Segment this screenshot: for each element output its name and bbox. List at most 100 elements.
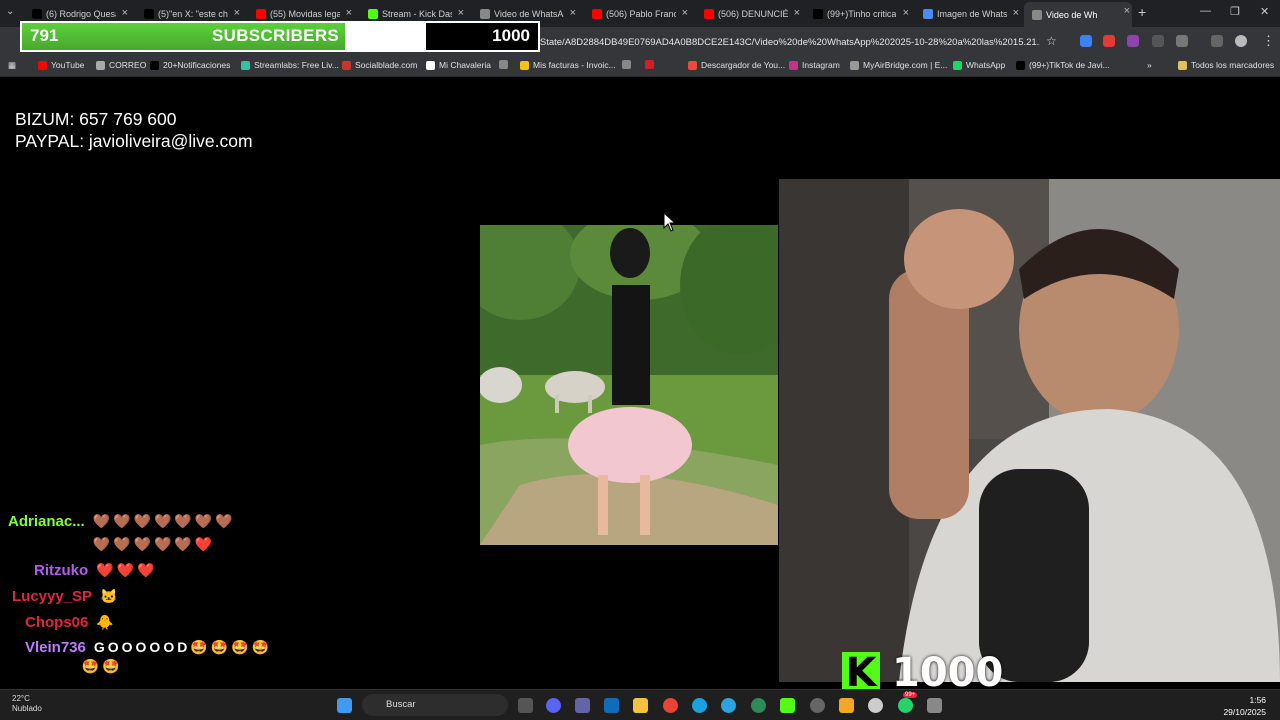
bookmark-label: YouTube — [51, 60, 85, 70]
kick-app-icon[interactable] — [780, 698, 795, 713]
tab-favicon-icon — [704, 8, 714, 19]
close-window-icon[interactable]: ✕ — [1260, 5, 1269, 18]
tab-title: (5)"en X: "este ch — [158, 8, 228, 19]
bookmark-item[interactable]: Streamlabs: Free Liv... — [241, 60, 339, 70]
bookmark-item[interactable]: Descargador de You... — [688, 60, 785, 70]
bookmark-favicon-icon — [688, 60, 697, 70]
bookmark-favicon-icon — [426, 60, 435, 70]
menu-kebab-icon[interactable]: ⋮ — [1262, 33, 1275, 49]
bookmark-label: MyAirBridge.com | E... — [863, 60, 948, 70]
all-bookmarks[interactable]: Todos los marcadores — [1178, 60, 1274, 70]
browser-tab[interactable]: (506) Pablo Franc × — [584, 4, 690, 23]
browser-tab[interactable]: (506) DENUNCIÉ × — [696, 4, 802, 23]
outlook-icon[interactable] — [604, 698, 619, 713]
tab-close-icon[interactable]: × — [234, 7, 240, 19]
tab-title: (99+)Tinho critica — [827, 8, 897, 19]
tab-close-icon[interactable]: × — [458, 7, 464, 19]
bookmark-favicon-icon — [520, 60, 529, 70]
app-icon[interactable] — [751, 698, 766, 713]
bookmark-item[interactable]: 20+Notificaciones — [150, 60, 230, 70]
tab-close-icon[interactable]: × — [682, 7, 688, 19]
browser-tab[interactable]: Video de Wh × — [1024, 2, 1132, 27]
restore-icon[interactable]: ❐ — [1230, 5, 1240, 18]
telegram-icon[interactable] — [721, 698, 736, 713]
bookmark-item[interactable]: CORREO — [96, 60, 146, 70]
tab-favicon-icon — [923, 8, 933, 19]
edge-icon[interactable] — [692, 698, 707, 713]
tab-close-icon[interactable]: × — [346, 7, 352, 19]
obs-icon[interactable] — [810, 698, 825, 713]
bookmark-label: Socialblade.com — [355, 60, 418, 70]
whatsapp-icon[interactable] — [898, 698, 913, 713]
start-menu-icon[interactable] — [337, 698, 352, 713]
browser-tab[interactable]: (99+)Tinho critica × — [805, 4, 911, 23]
tab-close-icon[interactable]: × — [1124, 5, 1130, 17]
bookmark-label: 20+Notificaciones — [163, 60, 231, 70]
chat-message: Lucyyy_SP 🐱 — [12, 588, 120, 605]
tab-favicon-icon — [32, 8, 42, 19]
apps-grid-icon[interactable]: ▦ — [8, 60, 16, 71]
app-icon[interactable] — [839, 698, 854, 713]
bookmark-favicon-icon — [622, 60, 631, 69]
bookmark-item[interactable]: WhatsApp — [953, 60, 1005, 70]
bookmark-star-icon[interactable]: ☆ — [1046, 34, 1057, 48]
tab-close-icon[interactable]: × — [1013, 7, 1019, 19]
donation-info: BIZUM: 657 769 600 PAYPAL: javioliveira@… — [15, 108, 253, 152]
bookmark-label: Streamlabs: Free Liv... — [254, 60, 339, 70]
weather-widget[interactable]: 22°C Nublado — [12, 694, 42, 714]
subscriber-count: 791 — [30, 26, 59, 45]
app-icon[interactable] — [868, 698, 883, 713]
browser-tab[interactable]: Imagen de Whats × — [915, 4, 1021, 23]
bookmark-favicon-icon — [96, 60, 105, 70]
system-clock[interactable]: 1:56 29/10/2025 — [1223, 694, 1266, 718]
minimize-icon[interactable]: — — [1200, 5, 1211, 17]
teams-icon[interactable] — [575, 698, 590, 713]
bookmark-item[interactable]: Mis facturas - Invoic... — [520, 60, 616, 70]
bookmark-item[interactable]: Mi Chavaleria — [426, 60, 491, 70]
taskbar-search[interactable]: Buscar — [362, 694, 508, 716]
bookmark-item[interactable] — [645, 60, 658, 69]
chat-text: 🐥 — [96, 614, 117, 630]
bookmark-favicon-icon — [953, 60, 962, 70]
app-icon[interactable] — [927, 698, 942, 713]
chat-message: Vlein736 GOOOOOD🤩🤩🤩🤩 🤩🤩 — [25, 639, 272, 675]
tab-search-icon[interactable]: ⌄ — [6, 6, 14, 17]
bookmark-label: CORREO — [109, 60, 147, 70]
bookmark-label: WhatsApp — [966, 60, 1006, 70]
extension-icon[interactable] — [1127, 35, 1139, 47]
chat-username: Chops06 — [25, 614, 89, 631]
bookmark-item[interactable] — [499, 60, 512, 69]
sidebar-icon[interactable] — [1211, 35, 1223, 47]
extension-icon[interactable] — [1103, 35, 1115, 47]
more-bookmarks-icon[interactable]: » — [1147, 60, 1152, 70]
discord-icon[interactable] — [546, 698, 561, 713]
bookmark-item[interactable]: (99+)TikTok de Javi... — [1016, 60, 1110, 70]
extension-icon[interactable] — [1080, 35, 1092, 47]
bookmark-item[interactable]: MyAirBridge.com | E... — [850, 60, 947, 70]
whatsapp-video-player[interactable] — [480, 225, 778, 545]
tab-favicon-icon — [813, 8, 823, 19]
tab-close-icon[interactable]: × — [122, 7, 128, 19]
tab-favicon-icon — [144, 8, 154, 19]
paypal-text: PAYPAL: javioliveira@live.com — [15, 131, 253, 151]
new-tab-button[interactable]: + — [1138, 4, 1146, 20]
bookmark-item[interactable]: Instagram — [789, 60, 840, 70]
task-view-icon[interactable] — [518, 698, 533, 713]
tab-title: (506) Pablo Franc — [606, 8, 676, 19]
bookmark-item[interactable]: Socialblade.com — [342, 60, 417, 70]
bookmark-label: Descargador de You... — [701, 60, 786, 70]
file-explorer-icon[interactable] — [633, 698, 648, 713]
bookmark-item[interactable] — [622, 60, 635, 69]
tab-title: Video de WhatsAp — [494, 8, 564, 19]
tab-title: Video de Wh — [1046, 9, 1098, 20]
tab-close-icon[interactable]: × — [903, 7, 909, 19]
bookmark-item[interactable]: YouTube — [38, 60, 84, 70]
extensions-puzzle-icon[interactable] — [1176, 35, 1188, 47]
streamer-webcam — [779, 179, 1280, 682]
extension-icon[interactable] — [1152, 35, 1164, 47]
chrome-icon[interactable] — [663, 698, 678, 713]
profile-avatar[interactable] — [1235, 35, 1247, 47]
tab-close-icon[interactable]: × — [794, 7, 800, 19]
tab-close-icon[interactable]: × — [570, 7, 576, 19]
bookmark-favicon-icon — [789, 60, 798, 70]
